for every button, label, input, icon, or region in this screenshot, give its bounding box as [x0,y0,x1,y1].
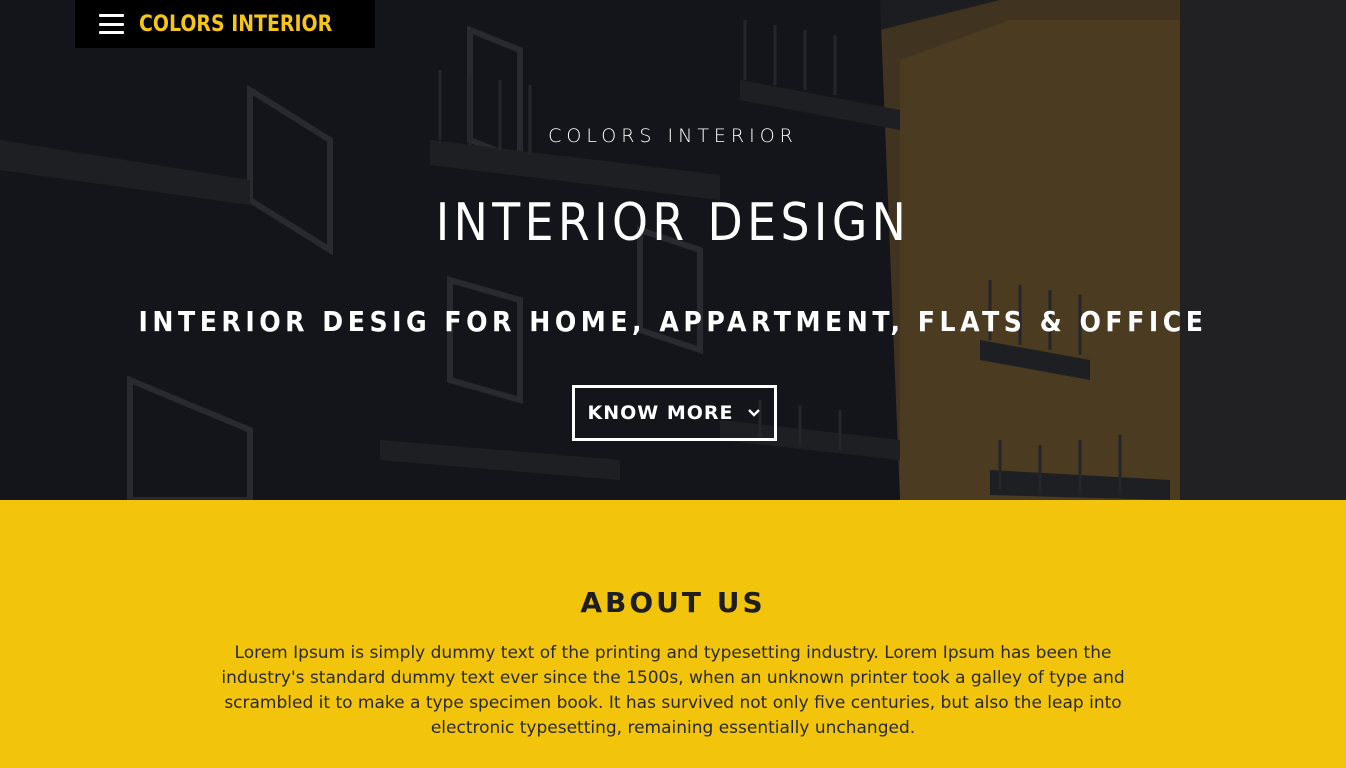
know-more-label: KNOW MORE [587,402,734,424]
about-body: Lorem Ipsum is simply dummy text of the … [221,643,1125,738]
know-more-button[interactable]: KNOW MORE [572,385,777,441]
hero-eyebrow: COLORS INTERIOR [548,125,798,147]
about-title: ABOUT US [580,586,766,619]
chevron-down-icon [747,409,760,417]
hero-subhead: INTERIOR DESIG FOR HOME, APPARTMENT, FLA… [138,305,1208,338]
hero-section: COLORS INTERIOR COLORS INTERIOR INTERIOR… [0,0,1346,500]
hero-content: COLORS INTERIOR INTERIOR DESIGN INTERIOR… [0,0,1346,500]
about-section: ABOUT US Lorem Ipsum is simply dummy tex… [0,500,1346,768]
hero-headline: INTERIOR DESIGN [435,193,911,253]
